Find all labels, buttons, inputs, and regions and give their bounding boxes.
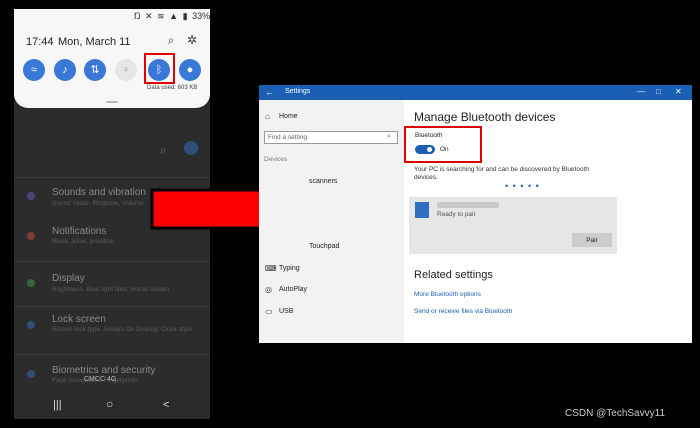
battery-level: 33%	[192, 11, 210, 21]
setting-subtitle: Block, allow, prioritize	[52, 238, 115, 245]
sound-icon	[27, 192, 35, 200]
home-icon: ⌂	[265, 112, 270, 121]
sidebar-item-touchpad[interactable]: Touchpad	[309, 243, 339, 250]
nfc-icon: Ŋ	[134, 11, 141, 21]
back-arrow-icon[interactable]: ←	[265, 87, 274, 97]
mobile-data-tile-icon[interactable]: ⇅	[84, 59, 106, 81]
sound-tile-icon[interactable]: ♪	[54, 59, 76, 81]
search-icon[interactable]: ⌕	[164, 33, 178, 47]
related-settings-heading: Related settings	[414, 269, 493, 281]
keyboard-icon: ⌨	[265, 264, 277, 273]
gear-icon[interactable]: ✲	[185, 33, 199, 47]
battery-icon: ▮	[182, 11, 188, 21]
phone-device-icon	[415, 202, 429, 218]
notification-icon	[27, 232, 35, 240]
sidebar-section-devices: Devices	[264, 156, 288, 163]
usb-icon: ▭	[265, 307, 273, 316]
searching-dots: • • • • •	[505, 181, 540, 191]
status-bar: Ŋ ✕ ≋ ▲ ▮ 33%	[132, 11, 210, 22]
flashlight-tile-icon[interactable]: ♀	[115, 59, 137, 81]
data-used-label: Data used: 603 KB	[147, 85, 198, 91]
discovery-message: Your PC is searching for and can be disc…	[414, 166, 590, 181]
setting-title: Biometrics and security	[52, 365, 156, 376]
send-receive-files-link[interactable]: Send or receive files via Bluetooth	[414, 308, 512, 315]
bluetooth-highlight-box	[144, 53, 175, 84]
recent-apps-button[interactable]: |||	[53, 399, 62, 411]
setting-title: Sounds and vibration	[52, 187, 146, 198]
sidebar-item-home[interactable]: Home	[279, 113, 298, 120]
sidebar-item-typing[interactable]: Typing	[279, 265, 300, 272]
minimize-button[interactable]: —	[637, 87, 645, 96]
qs-date: Mon, March 11	[58, 36, 131, 48]
close-button[interactable]: ✕	[675, 87, 682, 96]
autoplay-icon: ◎	[265, 285, 272, 294]
setting-subtitle: Brightness, Blue light filter, Home scre…	[52, 286, 170, 293]
quick-settings-panel	[14, 9, 210, 108]
windows-settings-window: ← Settings — □ ✕ ⌂ Home Find a setting ⌕…	[259, 85, 692, 343]
title-bar	[259, 85, 692, 100]
setting-subtitle: Screen lock type, Always On Display, Clo…	[52, 326, 193, 333]
mute-icon: ✕	[145, 11, 153, 21]
page-title: Manage Bluetooth devices	[414, 110, 556, 124]
setting-subtitle: Sound mode, Ringtone, Volume	[52, 200, 144, 207]
device-name-redacted	[437, 202, 499, 208]
sidebar-item-scanners[interactable]: scanners	[309, 178, 337, 185]
sidebar-item-autoplay[interactable]: AutoPlay	[279, 286, 307, 293]
sidebar-item-usb[interactable]: USB	[279, 308, 293, 315]
watermark: CSDN @TechSavvy11	[565, 408, 665, 419]
back-button[interactable]: <	[163, 399, 169, 411]
setting-title: Lock screen	[52, 314, 106, 325]
divider	[14, 306, 210, 307]
more-bluetooth-options-link[interactable]: More Bluetooth options	[414, 291, 481, 298]
setting-title: Display	[52, 273, 85, 284]
find-setting-placeholder: Find a setting	[268, 134, 308, 141]
device-status: Ready to pair	[437, 211, 476, 218]
maximize-button[interactable]: □	[656, 87, 661, 96]
pair-button[interactable]: Pair	[572, 233, 612, 247]
search-icon: ⌕	[387, 133, 391, 140]
setting-title: Notifications	[52, 226, 107, 237]
display-icon	[27, 279, 35, 287]
location-tile-icon[interactable]: ●	[179, 59, 201, 81]
shield-icon	[27, 370, 35, 378]
lock-icon	[27, 321, 35, 329]
window-title: Settings	[285, 88, 311, 95]
signal-icon: ▲	[169, 11, 179, 21]
wifi-tile-icon[interactable]: ≈	[23, 59, 45, 81]
wifi-icon: ≋	[157, 11, 165, 21]
carrier-label: CMCC 4G	[84, 376, 117, 383]
panel-drag-handle[interactable]	[106, 101, 118, 103]
divider	[14, 354, 210, 355]
qs-time: 17:44	[26, 36, 54, 48]
bluetooth-toggle-highlight-box	[404, 126, 482, 163]
home-button[interactable]: ○	[106, 397, 113, 411]
